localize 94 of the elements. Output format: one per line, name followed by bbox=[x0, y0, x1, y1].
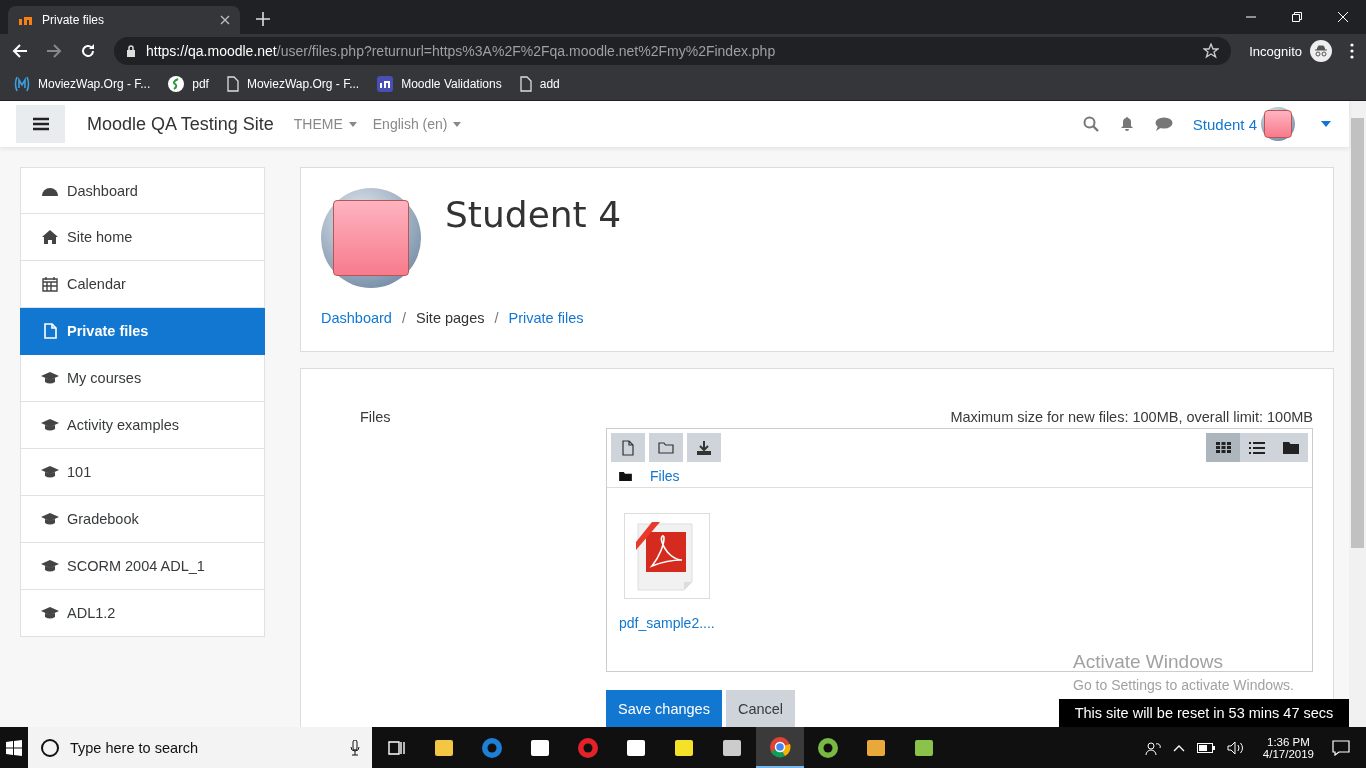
chevron-up-icon[interactable] bbox=[1172, 743, 1185, 752]
clock-date[interactable]: 4/17/2019 bbox=[1262, 747, 1314, 760]
bookmark-logo-icon bbox=[14, 76, 30, 92]
incognito-label: Incognito bbox=[1249, 43, 1302, 59]
calendar-icon bbox=[41, 276, 59, 292]
grid-icon bbox=[1215, 442, 1231, 453]
back-icon[interactable] bbox=[12, 43, 28, 59]
activation-title: Activate Windows bbox=[1073, 651, 1224, 673]
menu-icon bbox=[32, 117, 49, 131]
graduation-cap-icon bbox=[41, 417, 59, 433]
nav-item[interactable]: Private files bbox=[20, 308, 265, 355]
reload-icon[interactable] bbox=[80, 43, 96, 59]
add-file-button[interactable] bbox=[611, 433, 645, 462]
icon-view-button[interactable] bbox=[1206, 433, 1240, 462]
clock-time[interactable]: 1:36 PM bbox=[1267, 735, 1310, 748]
nav-item[interactable]: Calendar bbox=[20, 261, 265, 308]
bookmark[interactable]: MoviezWap.Org - F... bbox=[226, 76, 360, 92]
breadcrumb-link[interactable]: Private files bbox=[508, 310, 584, 326]
microphone-icon[interactable] bbox=[350, 739, 360, 756]
bookmark[interactable]: pdf bbox=[168, 76, 209, 92]
chat-icon[interactable] bbox=[1154, 116, 1173, 132]
reset-notice: This site will be reset in 53 mins 47 secs bbox=[1059, 699, 1349, 727]
url-text: https://qa.moodle.net/user/files.php?returnurl=https%3A%2F%2Fqa.moodle.net%2Fmy%2Findex.php bbox=[146, 43, 777, 59]
graduation-cap-icon bbox=[41, 558, 59, 574]
size-limit-text: Maximum size for new files: 100MB, overall limit: 100MB bbox=[949, 409, 1313, 425]
bookmark[interactable]: MoviezWap.Org - F... bbox=[14, 76, 151, 92]
menu-button[interactable] bbox=[16, 105, 65, 143]
page-icon bbox=[519, 76, 532, 92]
site-name[interactable]: Moodle QA Testing Site bbox=[87, 113, 274, 135]
nav-item[interactable]: SCORM 2004 ADL_1 bbox=[20, 543, 265, 590]
bookmark-logo-icon bbox=[168, 76, 185, 92]
dropdown-menu[interactable]: THEME bbox=[293, 116, 357, 132]
notification-icon[interactable] bbox=[1332, 739, 1350, 756]
moodle-logo-icon bbox=[377, 76, 394, 92]
download-icon bbox=[696, 439, 712, 456]
field-label: Files bbox=[360, 409, 392, 427]
file-icon bbox=[41, 323, 59, 339]
windows-logo-icon[interactable] bbox=[6, 739, 22, 756]
nav-item[interactable]: 101 bbox=[20, 449, 265, 496]
pdf-file-thumbnail[interactable] bbox=[623, 513, 710, 599]
folder-icon bbox=[619, 471, 632, 481]
profile-name: Student 4 bbox=[445, 194, 622, 237]
bookmark[interactable]: add bbox=[519, 76, 560, 92]
house-icon bbox=[41, 229, 59, 245]
incognito-icon[interactable] bbox=[1310, 40, 1332, 62]
taskbar-app-icon[interactable] bbox=[756, 727, 804, 768]
graduation-cap-icon bbox=[41, 464, 59, 480]
speaker-icon[interactable] bbox=[1226, 740, 1245, 755]
user-avatar[interactable] bbox=[1261, 107, 1295, 141]
nav-item[interactable]: My courses bbox=[20, 355, 265, 402]
star-icon[interactable] bbox=[1203, 43, 1220, 59]
moodle-logo-icon bbox=[18, 14, 34, 26]
browser-tab[interactable]: Private files bbox=[8, 6, 240, 34]
dropdown-menu[interactable]: English (en) bbox=[372, 116, 462, 132]
folder-icon bbox=[1283, 441, 1299, 454]
folder-icon bbox=[658, 441, 674, 454]
graduation-cap-icon bbox=[41, 370, 59, 386]
close-window-icon[interactable] bbox=[1338, 12, 1348, 22]
breadcrumb-separator: / bbox=[401, 310, 406, 326]
menu-icon[interactable] bbox=[1350, 43, 1354, 59]
address-bar[interactable]: https://qa.moodle.net/user/files.php?returnurl=https%3A%2F%2Fqa.moodle.net%2Fmy%2Findex.php bbox=[114, 37, 1232, 65]
graduation-cap-icon bbox=[41, 605, 59, 621]
nav-item[interactable]: Gradebook bbox=[20, 496, 265, 543]
page-icon bbox=[226, 76, 239, 92]
caret-icon[interactable] bbox=[1321, 121, 1331, 127]
nav-item[interactable]: Dashboard bbox=[20, 167, 265, 214]
battery-icon[interactable] bbox=[1196, 742, 1215, 753]
nav-item[interactable]: Site home bbox=[20, 214, 265, 261]
tab-title: Private files bbox=[42, 13, 106, 27]
scrollbar[interactable] bbox=[1349, 101, 1366, 727]
people-icon[interactable] bbox=[1144, 739, 1161, 756]
forward-icon[interactable] bbox=[46, 43, 62, 59]
new-tab-icon[interactable] bbox=[256, 12, 270, 26]
search-icon[interactable] bbox=[1082, 116, 1099, 132]
cancel-button[interactable]: Cancel bbox=[725, 690, 796, 727]
lock-icon bbox=[126, 45, 136, 57]
bookmark[interactable]: Moodle Validations bbox=[377, 76, 502, 92]
file-name-link[interactable]: pdf_sample2.... bbox=[619, 615, 715, 631]
breadcrumb-text: Site pages bbox=[415, 310, 485, 326]
nav-item[interactable]: Activity examples bbox=[20, 402, 265, 449]
nav-item[interactable]: ADL1.2 bbox=[20, 590, 265, 637]
activation-subtitle: Go to Settings to activate Windows. bbox=[1073, 677, 1294, 693]
file-icon bbox=[622, 439, 634, 456]
restore-icon[interactable] bbox=[1292, 12, 1302, 22]
breadcrumb-link[interactable]: Dashboard bbox=[321, 310, 392, 326]
download-button[interactable] bbox=[687, 433, 721, 462]
graduation-cap-icon bbox=[41, 511, 59, 527]
user-name[interactable]: Student 4 bbox=[1192, 115, 1257, 133]
breadcrumb-separator: / bbox=[494, 310, 499, 326]
folder-path-link[interactable]: Files bbox=[650, 468, 680, 484]
close-tab-icon[interactable] bbox=[220, 15, 230, 25]
list-icon bbox=[1249, 441, 1265, 454]
taskbar-search-field[interactable]: Type here to search bbox=[28, 727, 372, 768]
save-button[interactable]: Save changes bbox=[606, 690, 722, 727]
